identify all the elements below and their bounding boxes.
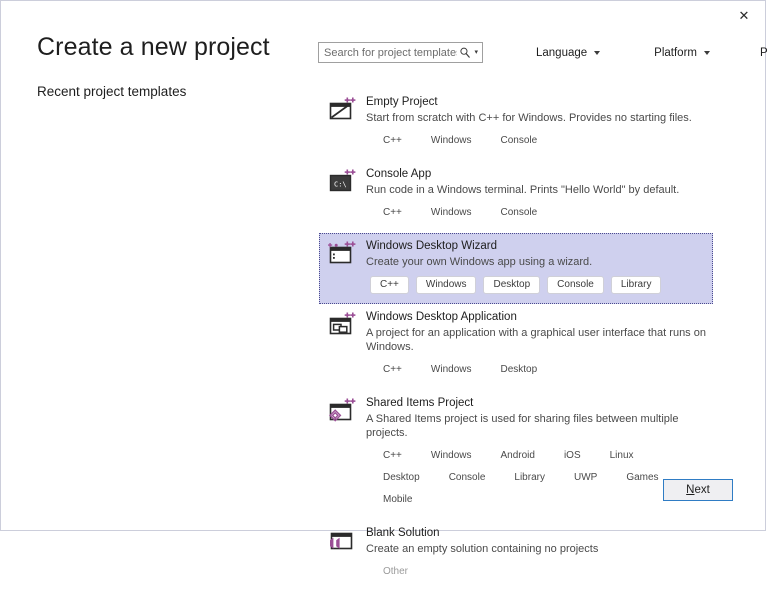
template-tag: Mobile <box>383 494 413 505</box>
template-tag: Desktop <box>483 276 541 294</box>
template-tag: C++ <box>370 276 409 294</box>
template-tag: Windows <box>415 276 477 294</box>
template-item-tags: Other <box>378 563 706 585</box>
filter-language[interactable]: Language <box>536 46 601 59</box>
filter-language-label: Language <box>536 46 588 59</box>
template-item-body: Blank Solution Create an empty solution c… <box>366 526 706 585</box>
console-app-icon: C:\ <box>328 168 356 196</box>
template-item-name: Windows Desktop Application <box>366 311 517 323</box>
search-icon <box>460 47 471 58</box>
template-tag: Windows <box>430 450 472 461</box>
template-item-tags: C++ Windows Console <box>378 204 706 226</box>
filter-project-type[interactable]: Project type <box>760 47 768 59</box>
blank-solution-icon <box>328 527 356 555</box>
template-item-name: Console App <box>366 168 432 180</box>
template-tag: Linux <box>609 450 634 461</box>
template-list[interactable]: Empty Project Start from scratch with C++… <box>319 89 713 577</box>
template-item-tags: C++ Windows Desktop Console Library <box>370 276 706 297</box>
template-tag: Windows <box>430 207 472 218</box>
template-item-name: Shared Items Project <box>366 397 474 409</box>
template-tag: Library <box>514 472 545 483</box>
search-box[interactable]: ▾ <box>318 42 483 63</box>
template-item-tags: C++ Windows Android iOS Linux Desktop Console L… <box>378 447 706 513</box>
template-tag: Desktop <box>383 472 420 483</box>
template-item[interactable]: Windows Desktop Application A project for… <box>319 304 713 390</box>
template-tag: Console <box>500 135 538 146</box>
template-item-description: Create an empty solution containing no p… <box>366 543 599 555</box>
template-tag: iOS <box>563 450 581 461</box>
search-input[interactable] <box>324 46 458 59</box>
filter-platform-label: Platform <box>654 46 697 59</box>
template-item-name: Windows Desktop Wizard <box>366 240 498 252</box>
template-item-body: Windows Desktop Application A project for… <box>366 310 706 383</box>
template-item[interactable]: Windows Desktop Wizard Create your own Wi… <box>319 233 713 304</box>
empty-project-icon <box>328 96 356 124</box>
next-button[interactable]: Next <box>663 479 733 501</box>
template-tag: Android <box>500 450 535 461</box>
template-tag: C++ <box>383 450 402 461</box>
template-tag: Console <box>500 207 538 218</box>
template-tag: Console <box>547 276 604 294</box>
template-tag: Windows <box>430 364 472 375</box>
template-item-description: Run code in a Windows terminal. Prints "… <box>366 184 680 196</box>
template-tag: Other <box>383 566 409 577</box>
template-item-name: Empty Project <box>366 96 438 108</box>
windows-desktop-wizard-icon <box>328 240 356 268</box>
title-bar: ✕ <box>1 1 765 30</box>
recent-templates-heading: Recent project templates <box>37 84 187 99</box>
template-item[interactable]: Empty Project Start from scratch with C++… <box>319 89 713 161</box>
template-item-body: Console App Run code in a Windows termina… <box>366 167 706 226</box>
template-tag: Windows <box>430 135 472 146</box>
template-item-description: A Shared Items project is used for shari… <box>366 413 679 439</box>
template-tag: Library <box>610 276 662 294</box>
chevron-down-icon <box>704 50 710 55</box>
template-tag: Desktop <box>500 364 538 375</box>
template-item[interactable]: Shared Items Project A Shared Items proje… <box>319 390 713 520</box>
filter-platform[interactable]: Platform <box>654 47 710 59</box>
template-tag: UWP <box>573 472 598 483</box>
template-item-body: Empty Project Start from scratch with C++… <box>366 95 706 154</box>
windows-desktop-application-icon <box>328 311 356 339</box>
template-tag: C++ <box>383 364 402 375</box>
next-button-label: ext <box>694 484 710 496</box>
template-item-tags: C++ Windows Desktop <box>378 361 706 383</box>
template-tag: Games <box>626 472 659 483</box>
create-new-project-dialog: ✕ Create a new project Recent project te… <box>0 0 768 577</box>
search-dropdown-caret-icon[interactable]: ▾ <box>474 49 478 56</box>
template-item-description: Create your own Windows app using a wiza… <box>366 256 593 268</box>
chevron-down-icon <box>594 50 601 55</box>
template-tag: C++ <box>383 135 402 146</box>
template-item[interactable]: Blank Solution Create an empty solution c… <box>319 520 713 592</box>
template-item-tags: C++ Windows Console <box>378 132 706 154</box>
template-item-description: A project for an application with a grap… <box>366 327 706 353</box>
close-icon[interactable]: ✕ <box>723 1 765 30</box>
svg-text:C:\: C:\ <box>334 181 347 189</box>
template-item-body: Shared Items Project A Shared Items proje… <box>366 396 706 513</box>
template-tag: Console <box>448 472 486 483</box>
template-tag: C++ <box>383 207 402 218</box>
template-item-name: Blank Solution <box>366 527 440 539</box>
filter-project-type-label: Project type <box>760 46 768 59</box>
template-item[interactable]: C:\ Console App Run code in a Windows term… <box>319 161 713 233</box>
template-item-body: Windows Desktop Wizard Create your own Wi… <box>366 239 706 297</box>
shared-items-project-icon <box>328 397 356 425</box>
next-button-accel: N <box>686 484 695 496</box>
toolbar: ▾ Language Platform Project type <box>318 42 768 63</box>
page-title: Create a new project <box>37 33 270 61</box>
template-item-description: Start from scratch with C++ for Windows.… <box>366 112 692 124</box>
